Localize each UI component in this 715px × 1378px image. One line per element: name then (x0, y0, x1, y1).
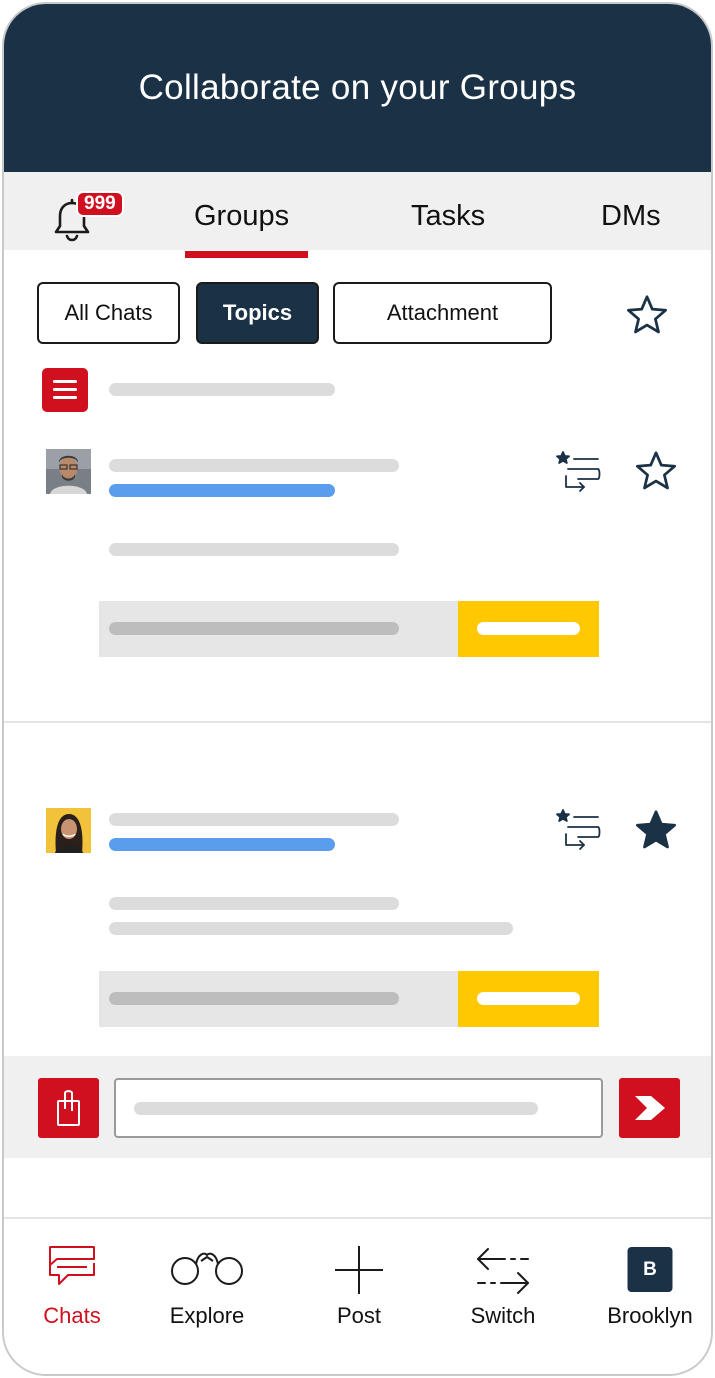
tab-groups[interactable]: Groups (194, 200, 289, 233)
send-button[interactable] (619, 1078, 680, 1138)
reply-button[interactable] (458, 971, 599, 1027)
clip-icon (57, 1090, 80, 1126)
chats-icon (49, 1246, 95, 1285)
reply-bar[interactable] (99, 971, 599, 1027)
plus-icon (335, 1246, 383, 1294)
attach-button[interactable] (38, 1078, 99, 1138)
nav-post-label: Post (336, 1303, 382, 1328)
message-input-placeholder (134, 1102, 538, 1115)
message-input[interactable] (114, 1078, 603, 1138)
post-topic-link-placeholder[interactable] (109, 838, 335, 851)
divider (4, 721, 711, 723)
post-author-placeholder (109, 813, 399, 826)
reply-placeholder (109, 622, 399, 635)
post-body-placeholder (109, 922, 513, 935)
send-arrow-icon (635, 1096, 665, 1120)
star-filled-icon[interactable] (634, 809, 678, 851)
message-composer (4, 1056, 711, 1158)
starred-replies-icon[interactable] (554, 450, 602, 498)
star-outline-icon[interactable] (634, 450, 678, 492)
filter-attachment-button[interactable]: Attachment (333, 282, 552, 344)
notification-badge: 999 (76, 191, 124, 217)
post-author-placeholder (109, 459, 399, 472)
nav-chats-label: Chats (43, 1303, 101, 1328)
topic-title-placeholder (109, 383, 335, 396)
post-body-placeholder (109, 543, 399, 556)
starred-replies-icon[interactable] (554, 808, 602, 856)
post-topic-link-placeholder[interactable] (109, 484, 335, 497)
bottom-navigation: Chats Explore Post Switch B Brooklyn (4, 1217, 711, 1374)
app-header: Collaborate on your Groups (4, 4, 711, 172)
phone-frame: Collaborate on your Groups 999 Groups Ta… (2, 2, 713, 1376)
nav-explore-label: Explore (169, 1303, 245, 1328)
tab-dms[interactable]: DMs (601, 200, 661, 233)
filter-all-chats-button[interactable]: All Chats (37, 282, 180, 344)
nav-workspace-label: Brooklyn (607, 1303, 693, 1328)
reply-button[interactable] (458, 601, 599, 657)
post-body-placeholder (109, 897, 399, 910)
star-outline-icon[interactable] (625, 294, 669, 336)
switch-arrows-icon (477, 1248, 529, 1294)
menu-icon[interactable] (42, 368, 88, 412)
avatar[interactable] (46, 808, 91, 853)
reply-button-label-placeholder (477, 992, 580, 1005)
filter-topics-button[interactable]: Topics (196, 282, 319, 344)
avatar[interactable] (46, 449, 91, 494)
binoculars-icon (171, 1252, 243, 1285)
tab-tasks[interactable]: Tasks (411, 200, 485, 233)
reply-button-label-placeholder (477, 622, 580, 635)
reply-placeholder (109, 992, 399, 1005)
header-title: Collaborate on your Groups (138, 68, 577, 107)
tab-bar: 999 Groups Tasks DMs (4, 172, 711, 258)
active-tab-indicator (185, 251, 308, 258)
nav-switch-label: Switch (470, 1303, 536, 1328)
workspace-avatar: B (627, 1247, 673, 1292)
reply-bar[interactable] (99, 601, 599, 657)
